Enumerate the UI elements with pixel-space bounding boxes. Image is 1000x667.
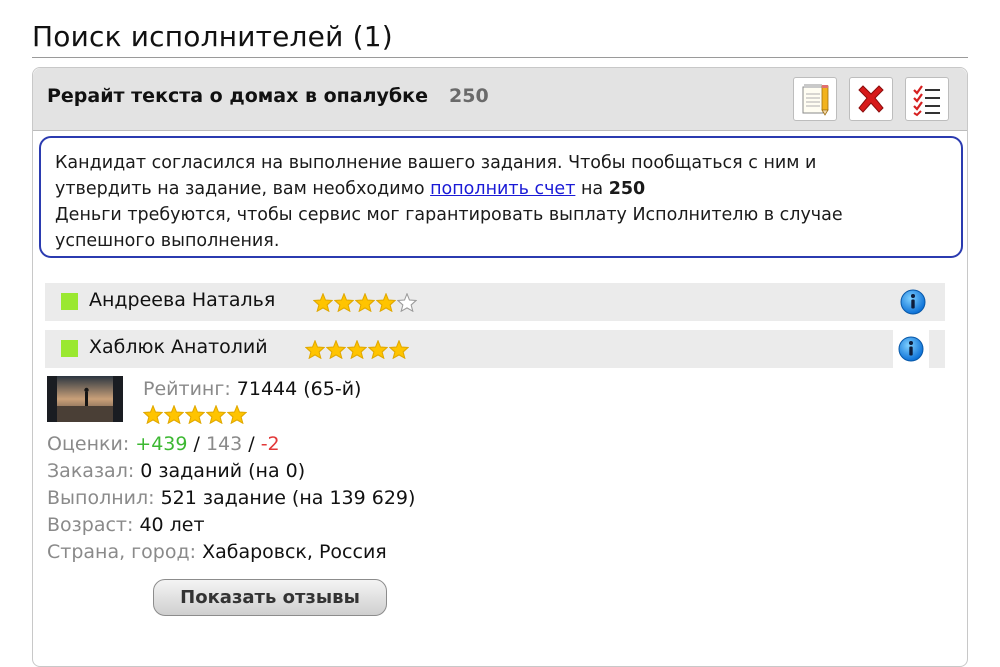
edit-task-button[interactable]: [793, 77, 837, 121]
worker-stars: [305, 340, 409, 359]
star-filled-icon: [376, 293, 396, 312]
show-reviews-button[interactable]: Показать отзывы: [153, 579, 387, 616]
age-label: Возраст:: [47, 514, 134, 536]
rating-label: Рейтинг:: [143, 378, 231, 400]
location-label: Страна, город:: [47, 541, 197, 563]
rating-line: Рейтинг: 71444 (65-й): [143, 378, 361, 400]
location-value: Хабаровск, Россия: [202, 541, 387, 563]
worker-avatar: [47, 376, 123, 422]
grades-negative: -2: [260, 433, 280, 455]
star-filled-icon: [368, 340, 388, 359]
notice-line-3: Деньги требуются, чтобы сервис мог гаран…: [55, 205, 843, 225]
star-filled-icon: [305, 340, 325, 359]
star-filled-icon: [389, 340, 409, 359]
star-filled-icon: [355, 293, 375, 312]
checklist-button[interactable]: [905, 77, 949, 121]
star-filled-icon: [143, 405, 163, 424]
rating-stars: [143, 405, 247, 424]
completed-value: 521 задание (на 139 629): [160, 487, 416, 509]
notice-line-4: успешного выполнения.: [55, 231, 280, 251]
worker-row[interactable]: Хаблюк Анатолий: [45, 330, 945, 368]
title-divider: [32, 57, 968, 58]
star-filled-icon: [326, 340, 346, 359]
worker-stars: [313, 293, 417, 312]
ordered-line: Заказал: 0 заданий (на 0): [47, 460, 305, 482]
star-filled-icon: [206, 405, 226, 424]
task-panel: Рерайт текста о домах в опалубке 250 Кан…: [32, 67, 968, 667]
star-filled-icon: [313, 293, 333, 312]
star-empty-icon: [397, 293, 417, 312]
grades-separator: /: [242, 433, 261, 455]
rating-value: 71444 (65-й): [236, 378, 362, 400]
delete-task-button[interactable]: [849, 77, 893, 121]
notice-line-2: утвердить на задание, вам необходимо поп…: [55, 176, 947, 202]
notice-amount: 250: [608, 179, 646, 199]
notice-text: утвердить на задание, вам необходимо: [55, 179, 431, 199]
age-line: Возраст: 40 лет: [47, 514, 205, 536]
star-filled-icon: [334, 293, 354, 312]
notepad-pencil-icon: [802, 84, 829, 116]
grades-label: Оценки:: [47, 433, 130, 455]
payment-notice: Кандидат согласился на выполнение вашего…: [39, 136, 963, 258]
task-header: Рерайт текста о домах в опалубке 250: [33, 68, 967, 131]
grades-positive: +439: [135, 433, 188, 455]
task-price: 250: [449, 85, 489, 107]
info-icon: [900, 289, 926, 315]
star-filled-icon: [227, 405, 247, 424]
info-button[interactable]: [895, 283, 931, 321]
info-icon: [898, 336, 924, 362]
online-status-indicator: [61, 340, 78, 357]
top-up-link[interactable]: пополнить счет: [430, 179, 575, 199]
worker-row[interactable]: Андреева Наталья: [45, 283, 945, 321]
grades-neutral: 143: [205, 433, 243, 455]
star-filled-icon: [347, 340, 367, 359]
grades-line: Оценки: +439 / 143 / -2: [47, 433, 280, 455]
notice-line-1: Кандидат согласился на выполнение вашего…: [55, 153, 817, 173]
completed-line: Выполнил: 521 задание (на 139 629): [47, 487, 415, 509]
task-title[interactable]: Рерайт текста о домах в опалубке: [47, 85, 428, 107]
red-x-icon: [858, 85, 884, 113]
ordered-label: Заказал:: [47, 460, 135, 482]
age-value: 40 лет: [139, 514, 205, 536]
ordered-value: 0 заданий (на 0): [140, 460, 306, 482]
completed-label: Выполнил:: [47, 487, 155, 509]
grades-separator: /: [187, 433, 206, 455]
worker-name[interactable]: Хаблюк Анатолий: [89, 336, 268, 358]
star-filled-icon: [164, 405, 184, 424]
location-line: Страна, город: Хабаровск, Россия: [47, 541, 387, 563]
worker-name[interactable]: Андреева Наталья: [89, 289, 275, 311]
star-filled-icon: [185, 405, 205, 424]
online-status-indicator: [61, 293, 78, 310]
checklist-icon: [913, 85, 940, 117]
notice-text: на: [575, 179, 609, 199]
page-title: Поиск исполнителей (1): [32, 20, 393, 53]
info-button[interactable]: [893, 330, 929, 368]
